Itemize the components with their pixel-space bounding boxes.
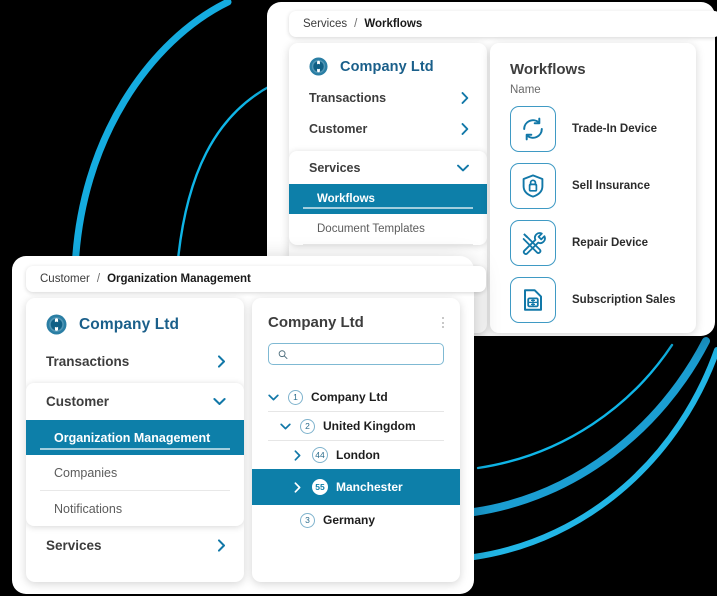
breadcrumb-parent[interactable]: Services bbox=[303, 18, 347, 30]
back-subitem-label-workflows: Workflows bbox=[317, 193, 375, 205]
tree-label: Germany bbox=[323, 513, 376, 527]
front-org-name: Company Ltd bbox=[79, 315, 180, 333]
tree-row-united-kingdom[interactable]: 2 United Kingdom bbox=[252, 412, 460, 440]
back-nav-group-services: Services Workflows Document Templates bbox=[289, 151, 487, 245]
chevron-right-icon[interactable] bbox=[290, 449, 304, 461]
workflow-row[interactable]: Subscription Sales bbox=[510, 277, 696, 323]
front-subitem-label-organization-management: Organization Management bbox=[54, 430, 211, 445]
back-org-header: Company Ltd bbox=[289, 43, 487, 82]
workflow-row[interactable]: Trade-In Device bbox=[510, 106, 696, 152]
workflow-row[interactable]: Sell Insurance bbox=[510, 163, 696, 209]
breadcrumb-separator: / bbox=[96, 273, 101, 285]
back-subitem-document-templates[interactable]: Document Templates bbox=[289, 214, 487, 244]
chevron-down-icon[interactable] bbox=[278, 423, 292, 430]
tree-node-list: 1 Company Ltd 2 United Kingdom 44 London… bbox=[252, 383, 460, 535]
workflows-column-header: Name bbox=[510, 84, 541, 96]
front-nav-label-transactions: Transactions bbox=[46, 353, 130, 369]
back-nav-item-customer[interactable]: Customer bbox=[289, 113, 487, 144]
front-nav-label-services: Services bbox=[46, 537, 102, 553]
tree-search-box[interactable] bbox=[268, 343, 444, 365]
back-nav-label-services: Services bbox=[309, 160, 361, 175]
back-breadcrumb[interactable]: Services / Workflows bbox=[289, 11, 717, 37]
front-tree-panel: Company Ltd 1 Company Ltd 2 United Kingd… bbox=[252, 298, 460, 582]
back-org-name: Company Ltd bbox=[340, 58, 434, 75]
workflow-row[interactable]: Repair Device bbox=[510, 220, 696, 266]
tree-row-manchester[interactable]: 55 Manchester bbox=[252, 469, 460, 505]
sim-card-icon bbox=[510, 277, 556, 323]
tree-panel-header: Company Ltd bbox=[252, 298, 460, 331]
chevron-down-icon bbox=[457, 164, 469, 172]
front-nav-label-customer: Customer bbox=[46, 394, 110, 409]
front-window-organization-management: Customer / Organization Management Compa… bbox=[12, 256, 486, 594]
breadcrumb-current: Workflows bbox=[364, 18, 423, 30]
breadcrumb-parent[interactable]: Customer bbox=[40, 273, 90, 285]
kebab-menu-icon[interactable] bbox=[442, 317, 444, 328]
tree-count-badge: 44 bbox=[312, 447, 328, 463]
selected-underline bbox=[40, 448, 230, 450]
breadcrumb-separator: / bbox=[354, 18, 358, 30]
front-subitem-label-notifications: Notifications bbox=[54, 501, 123, 516]
workflow-label: Subscription Sales bbox=[572, 294, 676, 306]
tree-panel-title: Company Ltd bbox=[268, 314, 364, 331]
selected-underline bbox=[303, 207, 473, 209]
refresh-cycle-icon bbox=[510, 106, 556, 152]
chevron-right-icon bbox=[461, 122, 469, 135]
tree-row-germany[interactable]: 3 Germany bbox=[252, 505, 460, 535]
front-sidebar-panel: Company Ltd Transactions Customer Organi… bbox=[26, 298, 244, 582]
wrench-screwdriver-icon bbox=[510, 220, 556, 266]
back-subitem-label-document-templates: Document Templates bbox=[317, 223, 425, 235]
tree-label: Company Ltd bbox=[311, 390, 388, 404]
front-nav-item-transactions[interactable]: Transactions bbox=[26, 343, 244, 379]
front-org-header: Company Ltd bbox=[26, 298, 244, 343]
front-subitem-organization-management[interactable]: Organization Management bbox=[26, 420, 244, 455]
front-subitem-companies[interactable]: Companies bbox=[26, 455, 244, 490]
screenshot-stage: Services / Workflows Company Ltd Transac… bbox=[0, 0, 717, 596]
tree-row-london[interactable]: 44 London bbox=[252, 441, 460, 469]
back-nav-label-transactions: Transactions bbox=[309, 90, 387, 105]
company-badge-icon bbox=[46, 314, 67, 335]
search-icon bbox=[278, 349, 288, 359]
tree-count-badge: 3 bbox=[300, 512, 315, 528]
front-breadcrumb[interactable]: Customer / Organization Management bbox=[26, 266, 486, 292]
tree-row-company-ltd[interactable]: 1 Company Ltd bbox=[252, 383, 460, 411]
tree-label: Manchester bbox=[336, 480, 403, 494]
chevron-right-icon bbox=[217, 354, 226, 368]
tree-count-badge: 1 bbox=[288, 389, 303, 405]
chevron-right-icon bbox=[461, 91, 469, 104]
breadcrumb-current: Organization Management bbox=[107, 273, 251, 285]
back-nav-label-customer: Customer bbox=[309, 121, 368, 136]
chevron-right-icon bbox=[217, 538, 226, 552]
workflow-label: Repair Device bbox=[572, 237, 649, 249]
company-badge-icon bbox=[309, 57, 328, 76]
shield-lock-icon bbox=[510, 163, 556, 209]
workflows-title: Workflows bbox=[510, 61, 586, 78]
workflow-label: Trade-In Device bbox=[572, 123, 658, 135]
tree-label: London bbox=[336, 448, 380, 462]
tree-count-badge: 55 bbox=[312, 479, 328, 495]
back-nav-item-transactions[interactable]: Transactions bbox=[289, 82, 487, 113]
tree-label: United Kingdom bbox=[323, 419, 416, 433]
chevron-right-icon[interactable] bbox=[290, 481, 304, 493]
front-nav-item-services[interactable]: Services bbox=[26, 526, 244, 564]
tree-count-badge: 2 bbox=[300, 418, 315, 434]
chevron-down-icon bbox=[213, 397, 226, 406]
tree-search-input[interactable] bbox=[287, 348, 434, 360]
front-subitem-label-companies: Companies bbox=[54, 465, 118, 480]
front-subitem-notifications[interactable]: Notifications bbox=[26, 491, 244, 526]
back-nav-item-services[interactable]: Services bbox=[289, 151, 487, 184]
nav-divider bbox=[303, 244, 473, 245]
back-subitem-workflows[interactable]: Workflows bbox=[289, 184, 487, 214]
workflow-label: Sell Insurance bbox=[572, 180, 650, 192]
front-nav-item-customer[interactable]: Customer bbox=[26, 383, 244, 420]
back-workflows-panel: Workflows Name Trade-In Device Sell Insu… bbox=[490, 43, 696, 333]
chevron-down-icon[interactable] bbox=[266, 394, 280, 401]
front-nav-group-customer: Customer Organization Management Compani… bbox=[26, 383, 244, 526]
